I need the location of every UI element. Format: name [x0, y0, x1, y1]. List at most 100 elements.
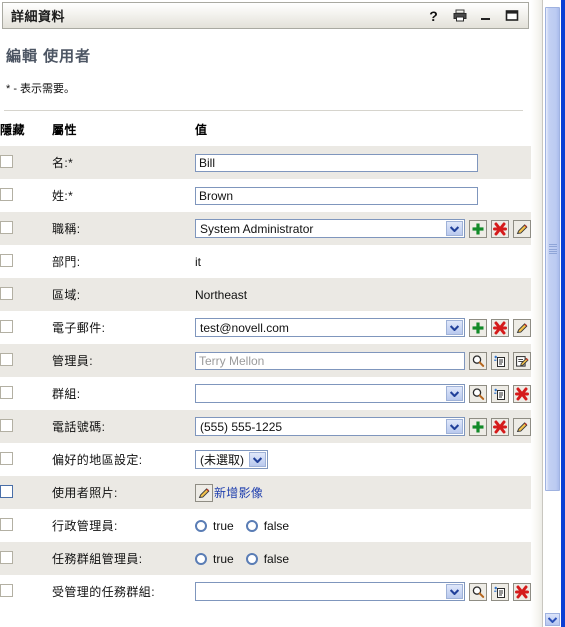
edit-icon[interactable] [513, 219, 531, 238]
radio-false[interactable] [245, 552, 258, 565]
edit-icon[interactable] [513, 318, 531, 337]
help-icon[interactable]: ? [426, 8, 441, 23]
value-select[interactable]: (未選取) [195, 450, 268, 469]
delete-icon[interactable] [491, 318, 509, 337]
hide-checkbox[interactable] [0, 253, 13, 267]
page-header: 編輯 使用者 * - 表示需要。 [0, 29, 531, 96]
title-bar-buttons: ? [426, 8, 528, 23]
table-head: 隱藏 屬性 值 [0, 111, 531, 146]
add-image-link[interactable]: 新增影像 [195, 483, 263, 502]
radio-label-true: true [213, 551, 234, 566]
window-content: 詳細資料 ? 編輯 使用者 * - 表示需要。 隱藏 屬性 值 名:* Bill… [0, 0, 531, 627]
hide-checkbox[interactable] [0, 220, 13, 234]
hide-checkbox[interactable] [0, 187, 13, 201]
delete-icon[interactable] [513, 384, 531, 403]
vertical-scrollbar[interactable] [542, 0, 561, 627]
hide-checkbox[interactable] [0, 517, 13, 531]
value-input[interactable] [195, 153, 478, 172]
hide-checkbox[interactable] [0, 583, 13, 597]
history-icon[interactable] [491, 384, 509, 403]
chevron-down-icon[interactable] [446, 584, 463, 599]
history-icon-glyph [494, 388, 505, 400]
hide-checkbox[interactable] [0, 484, 13, 498]
chevron-down-icon[interactable] [446, 386, 463, 401]
value-select[interactable] [195, 582, 465, 601]
radio-label-false: false [263, 551, 290, 566]
value-select[interactable]: (555) 555-1225 [195, 417, 465, 436]
value-select[interactable]: System Administrator [195, 219, 465, 238]
table-row: 任務群組管理員: true false [0, 542, 531, 575]
table-row: 名:* [0, 146, 531, 179]
hide-checkbox[interactable] [0, 286, 13, 300]
edit-icon-glyph [516, 421, 528, 432]
minimize-icon[interactable] [478, 8, 493, 23]
radio-true[interactable] [195, 552, 207, 565]
title-bar: 詳細資料 ? [2, 2, 529, 29]
chevron-down-icon[interactable] [249, 452, 266, 467]
table-header-row: 隱藏 屬性 值 [0, 111, 531, 146]
value-text: it [195, 254, 201, 269]
scrollbar-grip-icon [549, 244, 557, 254]
edit-icon-glyph [516, 223, 528, 234]
maximize-icon[interactable] [504, 8, 519, 23]
edit-object-icon[interactable] [513, 351, 531, 370]
attribute-label: 部門: [52, 245, 195, 278]
value-cell: true false [195, 542, 531, 575]
value-wrapper: it [195, 245, 531, 278]
delete-icon[interactable] [491, 417, 509, 436]
chevron-down-icon[interactable] [446, 320, 463, 335]
search-icon[interactable] [469, 384, 487, 403]
add-icon[interactable] [469, 417, 487, 436]
help-glyph: ? [429, 7, 438, 24]
attribute-label: 管理員: [52, 344, 195, 377]
radio-true[interactable] [195, 519, 207, 532]
chevron-down-icon[interactable] [446, 221, 463, 236]
search-icon-glyph [472, 387, 485, 400]
hide-checkbox[interactable] [0, 550, 13, 564]
edit-icon[interactable] [513, 417, 531, 436]
hide-cell [0, 575, 52, 608]
add-icon-glyph [472, 322, 484, 333]
search-icon[interactable] [469, 351, 487, 370]
value-cell: (未選取) [195, 443, 531, 476]
chevron-down-icon[interactable] [446, 419, 463, 434]
value-cell: true false [195, 509, 531, 542]
search-icon-glyph [472, 354, 485, 367]
table-row: 職稱: System Administrator [0, 212, 531, 245]
hide-checkbox[interactable] [0, 352, 13, 366]
scrollbar-thumb[interactable] [545, 7, 560, 491]
hide-checkbox[interactable] [0, 385, 13, 399]
hide-cell [0, 278, 52, 311]
value-text: Northeast [195, 287, 248, 302]
delete-icon[interactable] [513, 582, 531, 601]
value-input[interactable] [195, 186, 478, 205]
hide-cell [0, 245, 52, 278]
column-header-hide: 隱藏 [0, 111, 52, 146]
edit-icon[interactable] [195, 483, 213, 502]
value-wrapper: (555) 555-1225 [195, 410, 531, 443]
add-icon[interactable] [469, 219, 487, 238]
hide-checkbox[interactable] [0, 451, 13, 465]
attribute-label: 受管理的任務群組: [52, 575, 195, 608]
scrollbar-down-arrow-button[interactable] [545, 613, 560, 626]
print-icon[interactable] [452, 8, 467, 23]
table-row: 區域: Northeast [0, 278, 531, 311]
attributes-table: 隱藏 屬性 值 名:*姓:*職稱: System Administrator 部門:… [0, 111, 531, 608]
history-icon[interactable] [491, 582, 509, 601]
value-cell [195, 146, 531, 179]
value-input-readonly[interactable] [195, 351, 465, 370]
add-icon[interactable] [469, 318, 487, 337]
value-select[interactable] [195, 384, 465, 403]
search-icon[interactable] [469, 582, 487, 601]
hide-checkbox[interactable] [0, 319, 13, 333]
hide-checkbox[interactable] [0, 154, 13, 168]
hide-checkbox[interactable] [0, 418, 13, 432]
radio-false[interactable] [245, 519, 258, 532]
add-icon-glyph [472, 223, 484, 234]
delete-icon[interactable] [491, 219, 509, 238]
radio-label-true: true [213, 518, 234, 533]
history-icon[interactable] [491, 351, 509, 370]
attribute-label: 名:* [52, 146, 195, 179]
value-cell: (555) 555-1225 [195, 410, 531, 443]
value-select[interactable]: test@novell.com [195, 318, 465, 337]
